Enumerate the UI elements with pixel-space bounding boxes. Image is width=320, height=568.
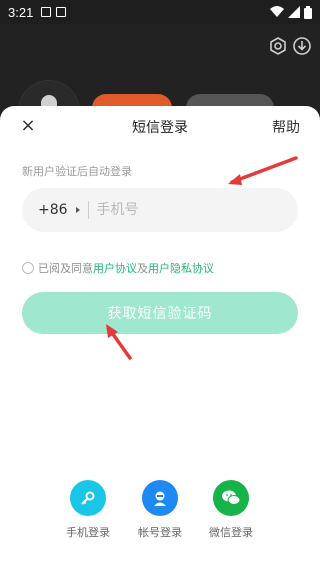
notification-icon	[56, 7, 67, 17]
new-user-hint: 新用户验证后自动登录	[22, 165, 132, 178]
caret-right-icon[interactable]	[75, 207, 80, 213]
app-screen: 3:21 × 短信登录 帮助 新用户验证后自动登录 +86 手机号 已阅及同意 …	[0, 0, 320, 568]
signal-icon	[288, 6, 300, 18]
sheet-header: × 短信登录 帮助	[0, 106, 320, 146]
field-divider	[87, 201, 89, 219]
notification-icon	[41, 7, 52, 17]
wifi-icon	[270, 6, 284, 17]
agreement-row: 已阅及同意 用户协议 及 用户隐私协议	[22, 260, 214, 276]
country-code-selector[interactable]: +86	[38, 202, 68, 218]
status-time: 3:21	[8, 4, 34, 20]
agreement-checkbox[interactable]	[22, 262, 34, 274]
user-agreement-link[interactable]: 用户协议	[93, 260, 137, 276]
get-sms-code-button[interactable]: 获取短信验证码	[22, 292, 298, 334]
agreement-joiner: 及	[137, 262, 148, 275]
wechat-icon[interactable]	[213, 480, 249, 516]
wechat-login-label: 微信登录	[209, 526, 253, 539]
status-bar: 3:21	[0, 0, 320, 24]
login-options: 手机登录 帐号登录 微信登录	[0, 480, 320, 550]
phone-login-option[interactable]: 手机登录	[56, 480, 120, 540]
key-icon[interactable]	[70, 480, 106, 516]
phone-login-label: 手机登录	[66, 526, 110, 539]
annotation-arrow	[106, 324, 132, 360]
hexagon-settings-icon[interactable]	[268, 36, 288, 56]
privacy-agreement-link[interactable]: 用户隐私协议	[148, 260, 214, 276]
account-login-option[interactable]: 帐号登录	[128, 480, 192, 540]
account-icon[interactable]	[142, 480, 178, 516]
help-button[interactable]: 帮助	[272, 117, 300, 137]
battery-icon	[304, 5, 312, 19]
download-icon[interactable]	[292, 36, 312, 56]
status-indicators	[270, 5, 312, 19]
phone-field[interactable]: +86	[22, 188, 298, 232]
agreement-prefix: 已阅及同意	[38, 262, 93, 275]
wechat-login-option[interactable]: 微信登录	[199, 480, 263, 540]
phone-input[interactable]	[96, 202, 247, 218]
account-login-label: 帐号登录	[138, 526, 182, 539]
annotation-arrow	[228, 156, 298, 185]
